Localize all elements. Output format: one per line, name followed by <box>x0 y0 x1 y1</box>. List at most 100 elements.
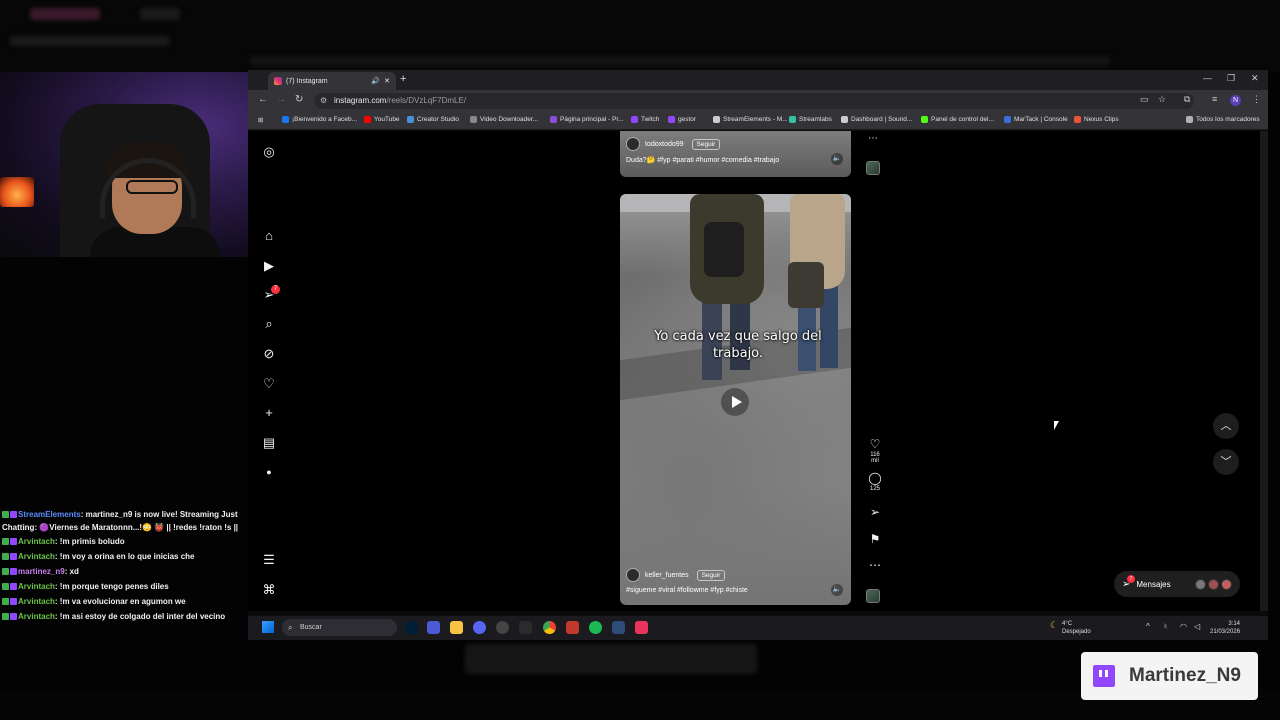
bookmark-item[interactable]: Dashboard | Sound... <box>841 116 912 123</box>
reel-video[interactable]: Yo cada vez que salgo del trabajo. kelle… <box>620 194 851 605</box>
chat-username[interactable]: Arvintach <box>18 597 55 606</box>
file-explorer-icon[interactable] <box>450 621 463 634</box>
chat-username[interactable]: Arvintach <box>18 582 55 591</box>
discord-icon[interactable] <box>473 621 486 634</box>
chat-username[interactable]: Arvintach <box>18 612 55 621</box>
app-icon[interactable] <box>519 621 532 634</box>
bookmark-item[interactable]: gestor <box>668 116 696 123</box>
taskbar-search[interactable]: ⌕ Buscar <box>282 619 397 636</box>
calendar-icon[interactable] <box>566 621 579 634</box>
back-icon[interactable]: ← <box>258 94 268 105</box>
media-control-icon[interactable]: ≡ <box>1212 94 1217 104</box>
browser-menu-icon[interactable]: ⋮ <box>1252 94 1261 105</box>
explore-icon[interactable]: ⊘ <box>262 347 276 361</box>
audio-thumbnail[interactable] <box>866 161 880 175</box>
bookmark-item[interactable]: MarTack | Console <box>1004 116 1068 123</box>
chrome-icon[interactable] <box>543 621 556 634</box>
messages-button[interactable]: ➢ 7 Mensajes <box>1114 571 1240 597</box>
spotify-icon[interactable] <box>589 621 602 634</box>
photoshop-icon[interactable] <box>405 621 418 634</box>
heart-icon[interactable]: ♡ <box>262 377 276 391</box>
volume-icon[interactable]: ◁ <box>1194 622 1200 631</box>
minimize-icon[interactable]: — <box>1203 73 1212 83</box>
mute-icon[interactable]: 🔈 <box>831 584 843 596</box>
site-info-icon[interactable]: ⚙ <box>320 93 327 109</box>
avatar[interactable] <box>626 568 640 582</box>
profile-avatar-icon[interactable]: ● <box>262 465 276 479</box>
home-icon[interactable]: ⌂ <box>262 229 276 243</box>
reels-icon[interactable]: ▶ <box>262 259 276 273</box>
next-reel-button[interactable]: ﹀ <box>1213 449 1239 475</box>
close-window-icon[interactable]: ✕ <box>1251 73 1259 84</box>
forward-icon[interactable]: → <box>276 94 286 105</box>
play-icon[interactable] <box>721 388 749 416</box>
bookmark-item[interactable]: Creator Studio <box>407 116 459 123</box>
wifi-icon[interactable]: ◠ <box>1180 622 1187 631</box>
chat-username[interactable]: Arvintach <box>18 537 55 546</box>
bookmark-item[interactable]: Streamlabs <box>789 116 832 123</box>
save-button[interactable]: ⚑ <box>866 532 884 546</box>
follow-button[interactable]: Seguir <box>696 569 726 581</box>
instagram-logo-icon[interactable]: ◎ <box>262 145 276 159</box>
weather-widget[interactable]: ☾ 4°C Despejado <box>1050 620 1091 636</box>
system-clock[interactable]: 3:14 21/03/2026 <box>1210 620 1240 636</box>
like-button[interactable]: ♡ 116 mil <box>866 437 884 464</box>
speaker-icon[interactable]: 🔊 <box>371 77 380 85</box>
chat-message: Arvintach: !m voy a orina en lo que inic… <box>2 549 248 564</box>
previous-reel[interactable]: todoxtodo99 Seguir Duda?🤔 #fyp #parati #… <box>620 131 851 177</box>
comment-button[interactable]: ◯ 125 <box>866 471 884 492</box>
cast-icon[interactable]: ▭ <box>1140 94 1149 105</box>
new-tab-button[interactable]: + <box>400 73 406 85</box>
vegas-icon[interactable] <box>427 621 440 634</box>
bookmark-item[interactable]: Panel de control del... <box>921 116 994 123</box>
weather-desc: Despejado <box>1062 629 1091 635</box>
chat-text: : !m voy a orina en lo que inicias che <box>54 552 195 561</box>
profile-avatar[interactable]: N <box>1230 95 1241 106</box>
chevron-up-icon: ︿ <box>1220 420 1232 432</box>
previous-reel-author: todoxtodo99 Seguir <box>626 137 721 151</box>
bookmark-item[interactable]: Página principal - Pr... <box>550 116 624 123</box>
dashboard-icon[interactable]: ▤ <box>262 436 276 450</box>
menu-icon[interactable]: ☰ <box>262 553 276 567</box>
bookmark-item[interactable]: YouTube <box>364 116 400 123</box>
chat-message: StreamElements: martinez_n9 is now live!… <box>2 508 248 534</box>
chat-username[interactable]: Arvintach <box>18 552 55 561</box>
address-bar[interactable]: ⚙ instagram.com/reels/DVzLqF7DmLE/ <box>314 93 1194 109</box>
tab-instagram[interactable]: (7) Instagram 🔊 ✕ <box>268 72 396 90</box>
chat-username[interactable]: martinez_n9 <box>18 567 65 576</box>
username[interactable]: keller_fuentes <box>645 572 689 579</box>
scrollbar[interactable] <box>1260 131 1268 611</box>
create-icon[interactable]: + <box>262 406 276 420</box>
maximize-icon[interactable]: ❐ <box>1227 73 1235 84</box>
app-icon[interactable] <box>612 621 625 634</box>
reload-icon[interactable]: ↻ <box>295 94 303 105</box>
bookmark-item[interactable]: Nexus Clips <box>1074 116 1119 123</box>
close-tab-icon[interactable]: ✕ <box>384 77 390 85</box>
search-icon[interactable]: ⌕ <box>262 317 276 331</box>
bookmark-item[interactable]: Twitch <box>631 116 659 123</box>
bookmark-star-icon[interactable]: ☆ <box>1158 94 1166 105</box>
also-from-meta-icon[interactable]: ⌘ <box>262 583 276 597</box>
start-icon[interactable] <box>262 621 274 633</box>
badge-icon <box>10 598 17 605</box>
previous-reel-button[interactable]: ︿ <box>1213 413 1239 439</box>
all-bookmarks-folder[interactable]: Todos los marcadores <box>1186 116 1260 123</box>
more-options-button[interactable]: ⋯ <box>866 558 884 572</box>
obs-icon[interactable] <box>496 621 509 634</box>
share-button[interactable]: ➢ <box>866 505 884 519</box>
tiktok-icon[interactable] <box>635 621 648 634</box>
avatar[interactable] <box>626 137 640 151</box>
microphone-icon[interactable]: ♮ <box>1164 622 1167 631</box>
audio-thumbnail[interactable] <box>866 589 880 603</box>
apps-grid-icon[interactable]: ⊞ <box>258 116 263 124</box>
chat-username[interactable]: StreamElements <box>18 510 81 519</box>
extensions-icon[interactable]: ⧉ <box>1184 94 1190 105</box>
follow-button[interactable]: Seguir <box>691 138 721 150</box>
bookmark-item[interactable]: StreamElements - M... <box>713 116 788 123</box>
bookmark-item[interactable]: Video Downloader... <box>470 116 538 123</box>
more-options-icon[interactable]: ⋯ <box>868 133 878 144</box>
chevron-up-icon[interactable]: ^ <box>1146 622 1150 631</box>
bookmark-item[interactable]: ¡Bienvenido a Faceb... <box>282 116 357 123</box>
username[interactable]: todoxtodo99 <box>645 141 684 148</box>
mute-icon[interactable]: 🔈 <box>831 153 843 165</box>
